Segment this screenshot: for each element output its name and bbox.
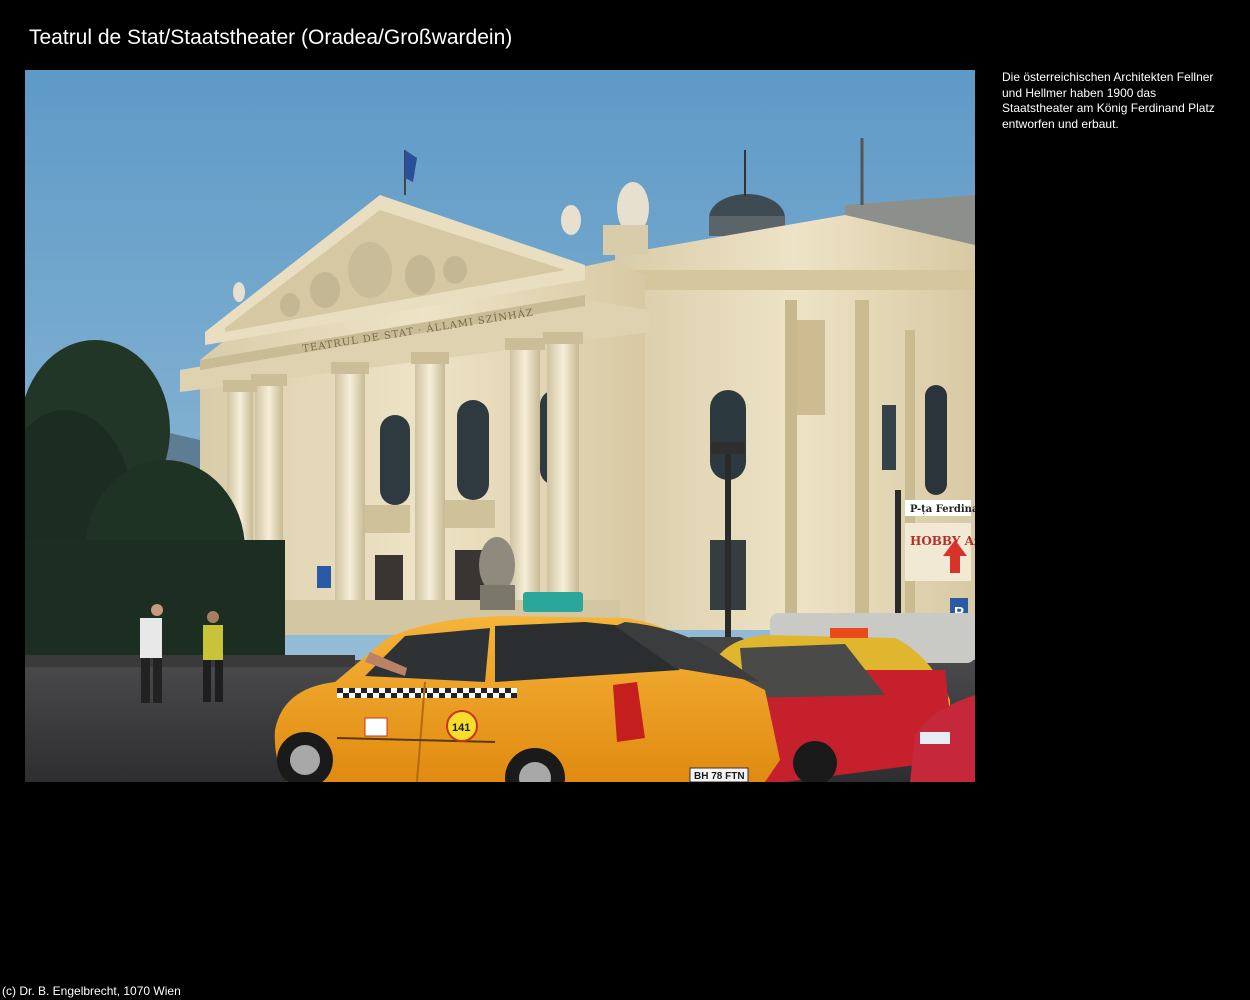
street-sign-text: P-ța Ferdinand — [910, 504, 975, 515]
license-plate: BH 78 FTN — [694, 771, 745, 782]
photo-canvas: TEATRUL DE STAT · ÁLLAMI SZÍNHÁZ P-ța Fe… — [25, 70, 975, 782]
photo-caption: Die österreichischen Architekten Fellner… — [1002, 70, 1215, 131]
page-title: Teatrul de Stat/Staatstheater (Oradea/Gr… — [29, 26, 513, 49]
shop-sign-text: HOBBY Art — [910, 534, 975, 548]
copyright-footer: (c) Dr. B. Engelbrecht, 1070 Wien — [2, 984, 181, 998]
theatre-photo[interactable]: TEATRUL DE STAT · ÁLLAMI SZÍNHÁZ P-ța Fe… — [25, 70, 975, 782]
taxi-badge-number: 141 — [452, 722, 470, 734]
